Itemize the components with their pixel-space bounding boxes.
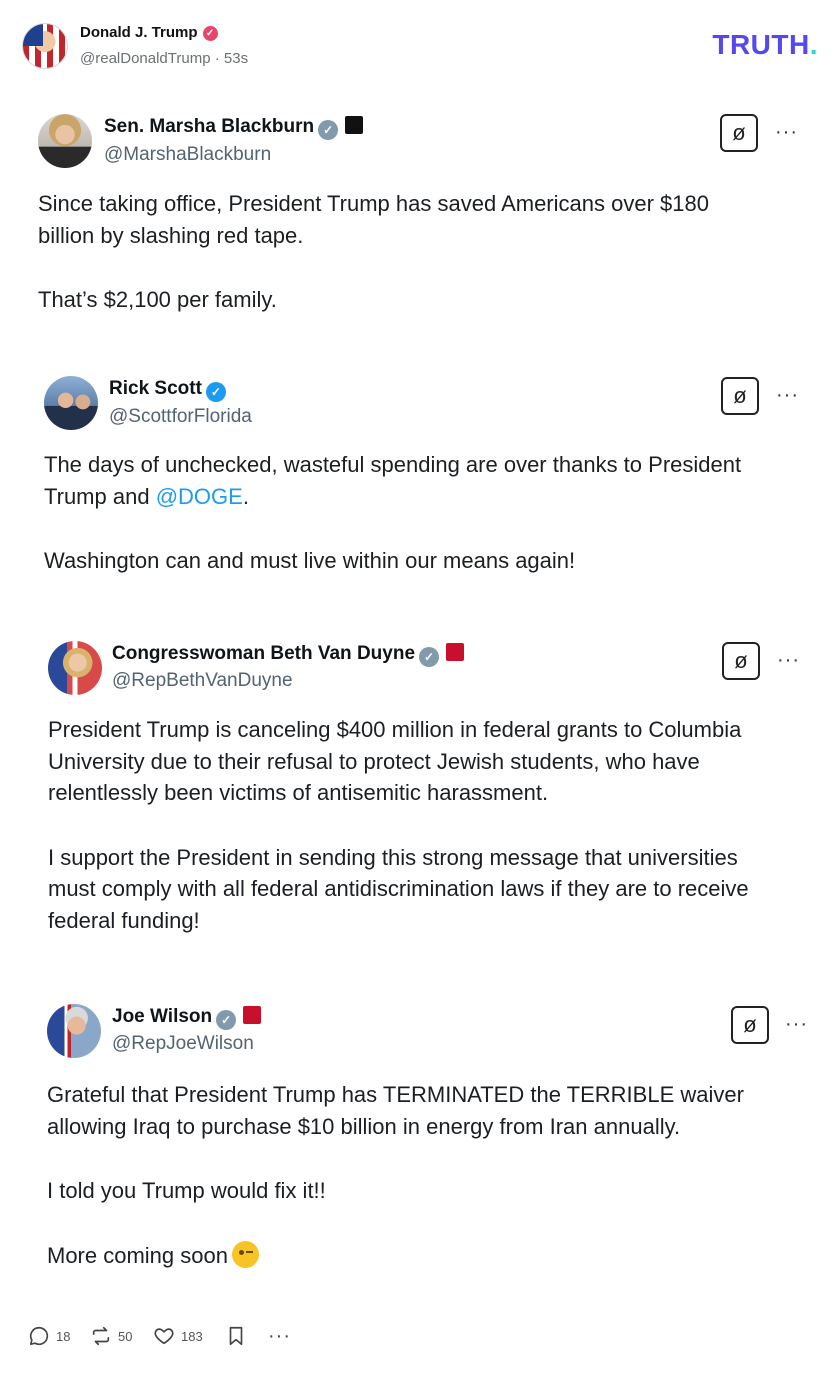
tweet-paragraph: Washington can and must live within our … [44,545,741,577]
grok-icon[interactable]: ø [720,114,758,152]
text-line: More coming soon [47,1240,744,1272]
tweet-paragraph: More coming soon [47,1240,744,1272]
post-action-bar: 18 50 183 ··· [28,1322,428,1352]
more-options-icon[interactable]: ··· [775,121,798,144]
reply-icon [29,1326,49,1346]
verified-check-icon: ✓ [419,647,440,667]
more-options-icon[interactable]: ··· [785,1013,808,1036]
post-time[interactable]: 53s [224,50,248,67]
tweet-author-handle[interactable]: @RepBethVanDuyne [112,670,293,692]
affiliate-badge-icon [345,116,364,134]
tweet-body: President Trump is canceling $400 millio… [48,714,749,936]
tweet-author-name-row[interactable]: Rick Scott ✓ [109,378,226,402]
tweet-avatar[interactable] [44,376,98,430]
truth-logo: TRUTH. [712,29,818,60]
like-count: 183 [181,1328,203,1344]
doge-mention-link[interactable]: @DOGE [156,484,243,509]
like-button[interactable]: 183 [153,1322,203,1350]
tweet-paragraph: Since taking office, President Trump has… [38,188,709,251]
tweet-paragraph: President Trump is canceling $400 millio… [48,714,749,809]
tweet-author-name[interactable]: Congresswoman Beth Van Duyne [112,643,415,664]
tweet-author-handle[interactable]: @MarshaBlackburn [104,144,271,166]
embedded-tweet: Sen. Marsha Blackburn ✓ @MarshaBlackburn … [0,110,840,330]
text-line: University due to their refusal to prote… [48,748,700,774]
heart-icon [154,1328,174,1345]
verified-check-icon: ✓ [318,120,339,140]
text-line: I told you Trump would fix it!! [47,1178,326,1203]
text-line: President Trump is canceling $400 millio… [48,717,742,742]
grok-icon[interactable]: ø [722,642,760,680]
embedded-tweet: Joe Wilson ✓ @RepJoeWilson ø ··· Grateful… [0,1000,840,1280]
retruth-count: 50 [118,1328,133,1344]
text-line: federal funding! [48,907,200,933]
more-options-icon[interactable]: ··· [776,384,799,407]
reply-button[interactable]: 18 [28,1322,70,1350]
winking-face-emoji [231,1240,259,1268]
verified-check-icon: ✓ [202,25,218,41]
embedded-tweet: Rick Scott ✓ @ScottforFlorida ø ··· The d… [0,372,840,582]
tweet-body: Grateful that President Trump has TERMIN… [47,1079,744,1271]
text-line: must comply with all federal antidiscrim… [48,876,749,901]
author-name[interactable]: Donald J. Trump [80,24,198,41]
text-line: Grateful that President Trump has TERMIN… [47,1082,744,1107]
reply-count: 18 [56,1328,71,1344]
author-handle[interactable]: @realDonaldTrump [80,50,211,67]
post-header: Donald J. Trump ✓ @realDonaldTrump · 53s … [0,0,840,90]
tweet-author-name[interactable]: Sen. Marsha Blackburn [104,116,314,137]
text-line: allowing Iraq to purchase $10 billion in… [47,1113,681,1139]
tweet-paragraph: The days of unchecked, wasteful spending… [44,449,741,512]
tweet-avatar[interactable] [47,1004,101,1058]
affiliate-badge-icon [446,643,465,661]
grok-icon[interactable]: ø [721,377,759,415]
text-line: billion by slashing red tape. [38,222,304,248]
bookmark-icon [229,1326,243,1346]
verified-check-icon: ✓ [205,382,226,402]
tweet-paragraph: I support the President in sending this … [48,842,749,937]
affiliate-badge-icon [243,1006,262,1024]
tweet-paragraph: I told you Trump would fix it!! [47,1175,744,1207]
text-line: Since taking office, President Trump has… [38,191,709,216]
tweet-paragraph: Grateful that President Trump has TERMIN… [47,1079,744,1142]
tweet-author-handle[interactable]: @RepJoeWilson [112,1033,254,1055]
tweet-author-name[interactable]: Joe Wilson [112,1006,212,1027]
bookmark-button[interactable] [226,1322,252,1350]
text-line: The days of unchecked, wasteful spending… [44,452,742,477]
tweet-body: Since taking office, President Trump has… [38,188,709,316]
grok-icon[interactable]: ø [731,1006,769,1044]
more-options-icon[interactable]: ··· [268,1322,291,1350]
tweet-author-name[interactable]: Rick Scott [109,378,202,399]
tweet-avatar[interactable] [48,641,102,695]
retruth-icon [92,1326,110,1346]
retruth-button[interactable]: 50 [90,1322,132,1350]
tweet-paragraph: That’s $2,100 per family. [38,284,709,316]
author-meta: @realDonaldTrump · 53s [80,50,249,67]
tweet-author-name-row[interactable]: Joe Wilson ✓ [112,1006,262,1030]
tweet-author-name-row[interactable]: Sen. Marsha Blackburn ✓ [104,116,364,140]
more-options-icon[interactable]: ··· [777,649,800,672]
text-line: relentlessly been victims of antisemitic… [48,780,549,805]
embedded-tweet: Congresswoman Beth Van Duyne ✓ @RepBethVa… [0,637,840,947]
verified-check-icon: ✓ [216,1010,237,1030]
tweet-body: The days of unchecked, wasteful spending… [44,449,741,577]
text-line: I support the President in sending this … [48,844,738,870]
tweet-author-name-row[interactable]: Congresswoman Beth Van Duyne ✓ [112,643,465,667]
tweet-avatar[interactable] [38,114,92,168]
text-line: Washington can and must live within our … [44,548,576,573]
text-line: Trump and @DOGE. [44,483,249,509]
author-avatar[interactable] [22,23,68,69]
author-name-row[interactable]: Donald J. Trump ✓ [80,24,218,41]
tweet-author-handle[interactable]: @ScottforFlorida [109,406,252,428]
text-line: That’s $2,100 per family. [38,287,277,312]
